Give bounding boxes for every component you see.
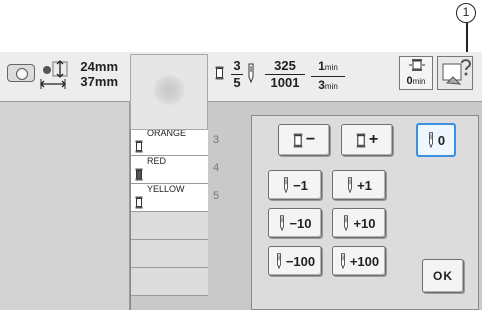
stitch-plus-1-label: +1 xyxy=(357,177,372,193)
thread-spool-icon xyxy=(135,196,143,209)
thread-spool-icon xyxy=(356,133,366,147)
stitch-minus-10-button[interactable]: −10 xyxy=(268,208,322,238)
thread-number: 5 xyxy=(213,190,220,202)
embroidery-pattern-thumbnail xyxy=(153,75,185,105)
color-forward-button[interactable]: + xyxy=(341,124,393,156)
list-item-empty xyxy=(131,240,209,268)
stitch-current: 325 xyxy=(274,58,296,73)
thread-number: 4 xyxy=(213,162,220,174)
help-button[interactable] xyxy=(437,56,473,90)
thread-spool-icon xyxy=(409,59,425,71)
thread-color-name: RED xyxy=(147,156,167,166)
needle-icon xyxy=(276,253,281,270)
time-until-stop: 0min xyxy=(399,56,433,90)
needle-icon xyxy=(340,253,345,270)
needle-reset-label: 0 xyxy=(437,132,446,148)
thread-spool-icon xyxy=(135,140,143,153)
thread-spool-icon xyxy=(215,66,224,80)
stitch-minus-100-label: −100 xyxy=(285,253,316,269)
stitch-minus-10-label: −10 xyxy=(289,215,312,231)
left-panel xyxy=(0,102,130,310)
list-item[interactable]: YELLOW xyxy=(131,184,209,212)
needle-icon xyxy=(284,177,289,194)
stitch-plus-100-button[interactable]: +100 xyxy=(332,246,386,276)
help-icon xyxy=(442,59,472,85)
lcd-screen: 24mm 37mm 3 5 325 1001 1min 3min 0min OR… xyxy=(0,52,482,310)
thread-number: 3 xyxy=(213,134,220,146)
list-item-empty xyxy=(131,268,209,296)
needle-icon xyxy=(248,63,254,83)
needle-icon xyxy=(280,215,285,232)
stitch-plus-1-button[interactable]: +1 xyxy=(332,170,386,200)
embroidery-size-readout: 24mm 37mm xyxy=(74,59,118,89)
needle-icon xyxy=(348,177,353,194)
status-bar: 24mm 37mm 3 5 325 1001 1min 3min 0min xyxy=(0,52,482,102)
needle-icon xyxy=(428,132,433,149)
list-item-empty xyxy=(131,212,209,240)
stitch-plus-100-label: +100 xyxy=(349,253,380,269)
time-total: 3 xyxy=(318,78,325,92)
thread-number-column: 3 4 5 xyxy=(208,128,248,310)
ok-button[interactable]: OK xyxy=(422,259,464,293)
time-elapsed: 1 xyxy=(318,59,325,73)
stitch-minus-1-button[interactable]: −1 xyxy=(268,170,322,200)
ok-label: OK xyxy=(433,269,453,283)
needle-icon xyxy=(344,215,349,232)
thread-spool-icon xyxy=(135,168,143,181)
stitch-total: 1001 xyxy=(270,75,300,90)
color-progress: 3 5 xyxy=(231,59,243,90)
stitch-progress: 325 1001 xyxy=(265,59,305,90)
stitch-navigation-dialog: − + 0 −1 +1 −10 +10 −100 +100 OK xyxy=(251,115,479,310)
list-item[interactable]: ORANGE xyxy=(131,128,209,156)
color-forward-label: + xyxy=(368,131,379,148)
stitch-minus-100-button[interactable]: −100 xyxy=(268,246,322,276)
embroidery-height: 37mm xyxy=(80,74,118,89)
color-back-label: − xyxy=(305,131,316,148)
thread-spool-icon xyxy=(293,133,303,147)
time-elapsed-unit: min xyxy=(324,63,338,72)
color-total: 5 xyxy=(233,75,241,90)
stitch-plus-10-label: +10 xyxy=(353,215,376,231)
embroidery-size-icon xyxy=(40,60,68,89)
time-total-unit: min xyxy=(324,82,338,91)
embroidery-width: 24mm xyxy=(80,59,118,74)
callout-marker: 1 xyxy=(456,3,476,23)
needle-reset-button[interactable]: 0 xyxy=(416,123,456,157)
color-back-button[interactable]: − xyxy=(278,124,330,156)
stitch-plus-10-button[interactable]: +10 xyxy=(332,208,386,238)
list-item[interactable]: RED xyxy=(131,156,209,184)
thread-color-name: YELLOW xyxy=(147,184,185,194)
time-progress: 1min 3min xyxy=(311,59,345,94)
stitch-minus-1-label: −1 xyxy=(293,177,308,193)
thread-color-list: ORANGE RED YELLOW xyxy=(130,128,209,310)
color-current: 3 xyxy=(233,58,241,73)
embroidery-frame-icon xyxy=(7,64,35,82)
time-until-stop-unit: min xyxy=(412,77,426,86)
pattern-preview xyxy=(130,54,208,130)
